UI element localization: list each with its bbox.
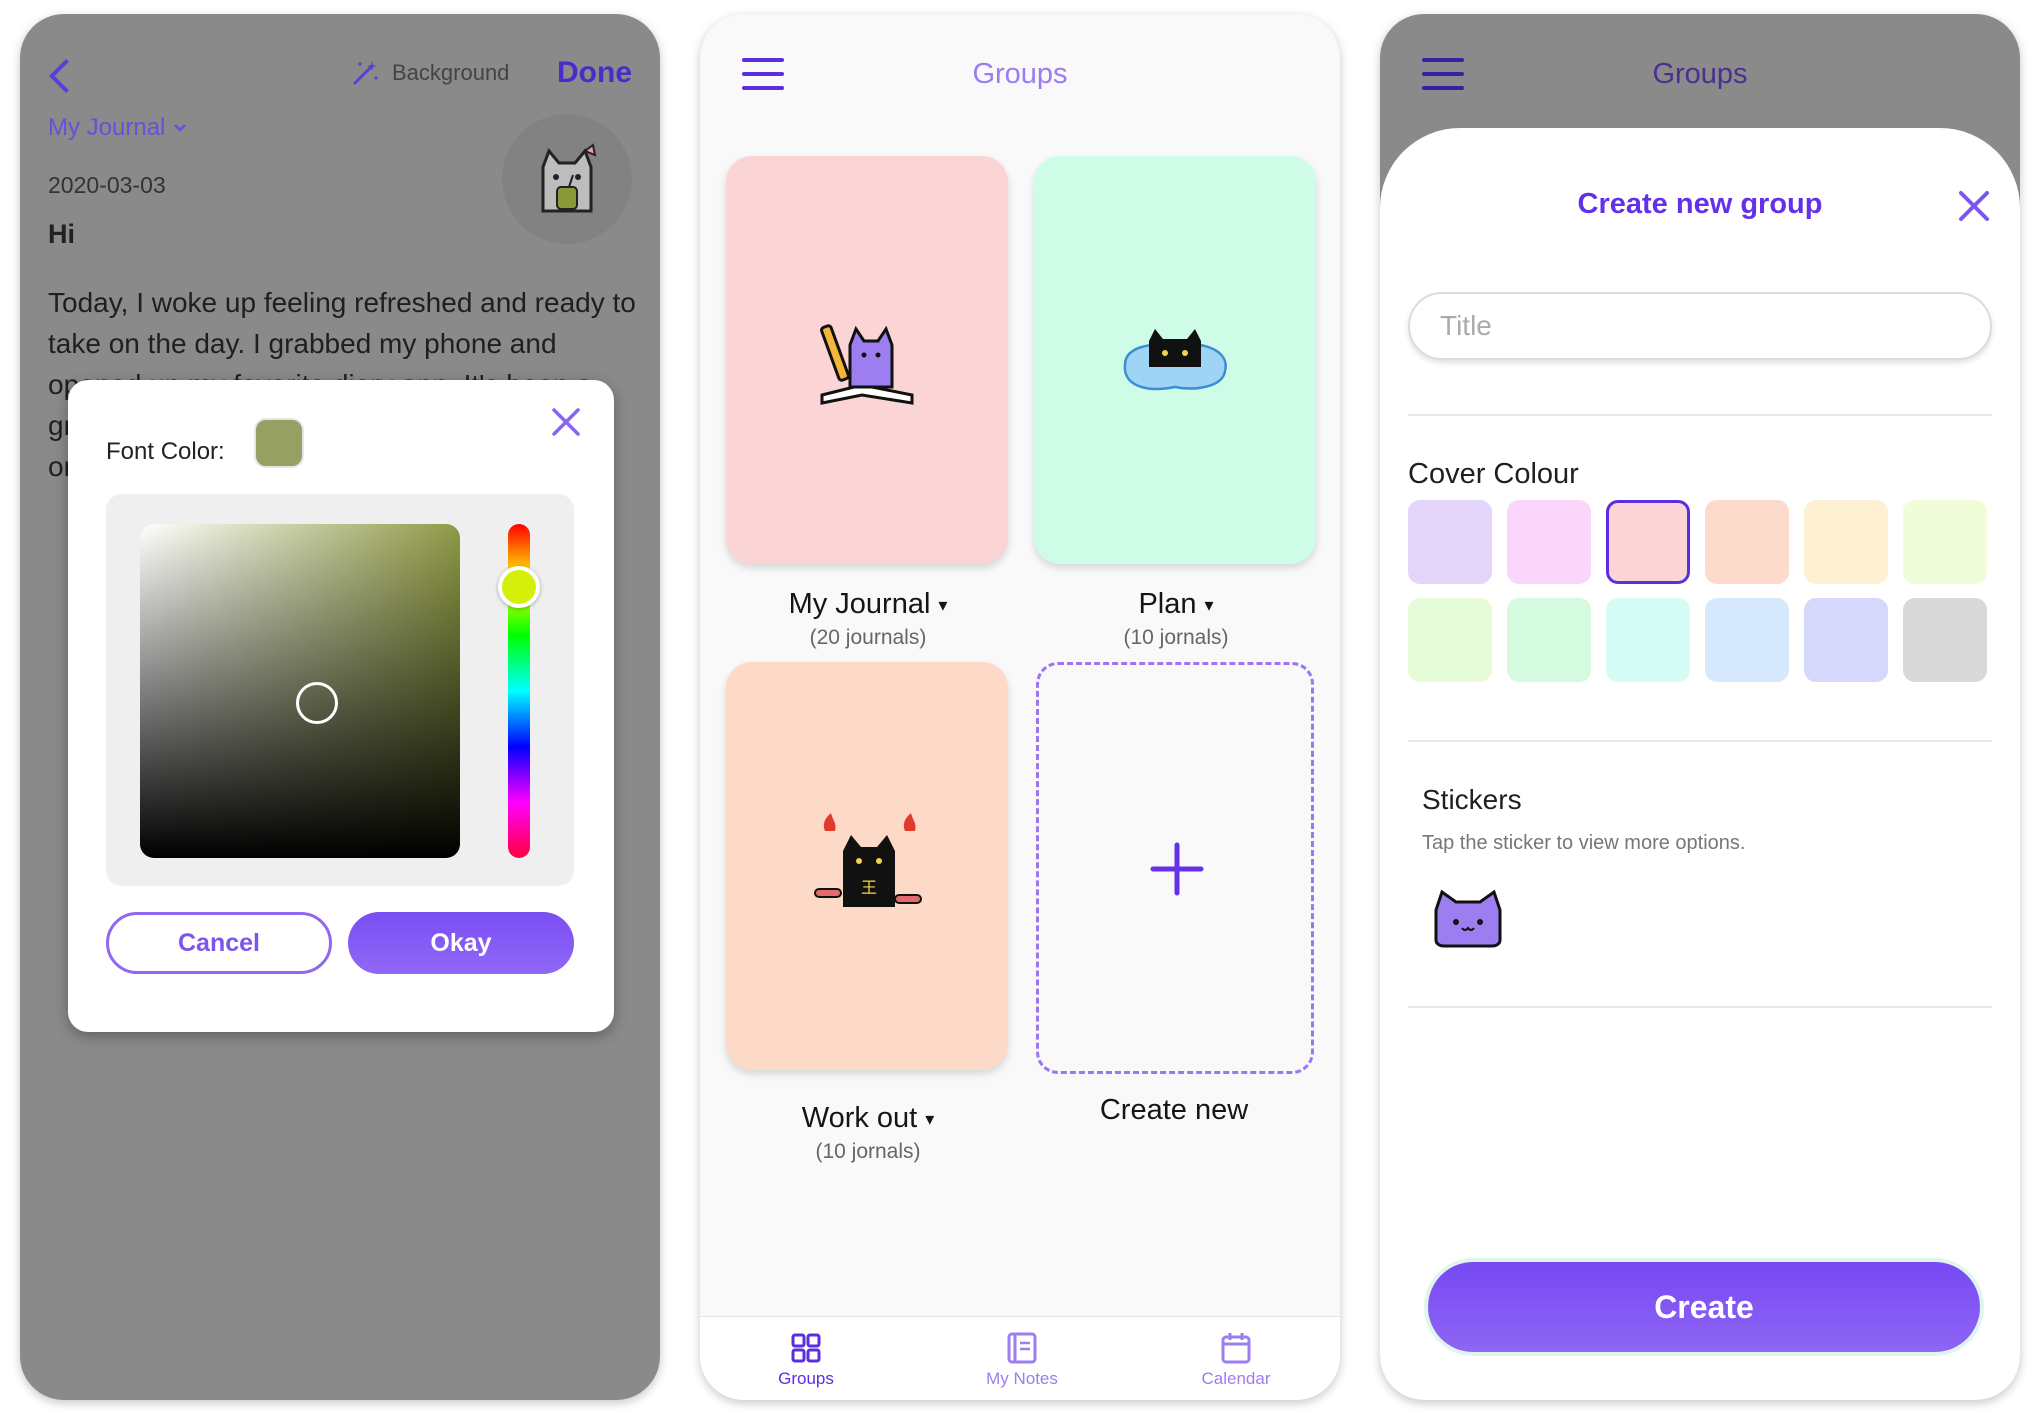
stickers-label: Stickers: [1422, 784, 1522, 815]
editor-top-bar: Background Done: [20, 50, 660, 110]
close-icon[interactable]: [1956, 188, 1992, 224]
create-new-group-card[interactable]: [1036, 662, 1314, 1074]
chevron-down-icon: [174, 124, 187, 132]
svg-text:王: 王: [861, 878, 877, 897]
cover-colour-grid: [1408, 500, 1992, 682]
page-title: Groups: [972, 58, 1068, 90]
saturation-value-area[interactable]: [140, 524, 460, 858]
colour-swatch[interactable]: [1606, 598, 1690, 682]
plus-icon: [1150, 842, 1204, 896]
create-group-screen: Groups Create new group Cover Colour Sti…: [1380, 14, 2020, 1400]
nav-calendar[interactable]: Calendar: [1166, 1331, 1306, 1389]
group-count-work-out: (10 jornals): [815, 1140, 921, 1163]
font-color-dialog: Font Color: Cancel Okay: [68, 380, 614, 1032]
colour-swatch[interactable]: [1507, 500, 1591, 584]
chevron-down-icon: ▾: [925, 1108, 935, 1129]
group-card-plan[interactable]: [1034, 156, 1316, 564]
nav-groups-label: Groups: [778, 1369, 834, 1388]
group-count-my-journal: (20 journals): [809, 626, 927, 649]
nav-my-notes[interactable]: My Notes: [952, 1331, 1092, 1389]
cat-face-sticker-icon[interactable]: [1432, 888, 1504, 948]
colour-swatch[interactable]: [1408, 500, 1492, 584]
page-title: Groups: [1652, 58, 1748, 90]
colour-swatch[interactable]: [1903, 598, 1987, 682]
group-name-text: Work out: [801, 1102, 918, 1134]
create-group-sheet: Create new group Cover Colour Stickers T…: [1380, 128, 2020, 1400]
group-card-work-out[interactable]: 王: [726, 662, 1008, 1070]
calendar-icon: [1221, 1333, 1251, 1364]
cat-writing-sticker-icon: [820, 324, 914, 405]
entry-date: 2020-03-03: [48, 172, 166, 198]
font-color-swatch: [254, 418, 304, 468]
cat-in-puddle-sticker-icon: [1123, 329, 1227, 391]
font-color-label: Font Color:: [106, 438, 225, 465]
background-button[interactable]: Background: [350, 58, 509, 88]
group-name-my-journal[interactable]: My Journal ▾: [718, 588, 1018, 621]
journal-editor-screen: Background Done My Journal 2020-03-03 Hi…: [20, 14, 660, 1400]
color-picker-handle[interactable]: [296, 682, 338, 724]
hue-slider-thumb[interactable]: [498, 566, 540, 608]
sticker-avatar[interactable]: [502, 114, 632, 244]
groups-screen: Groups My Journal ▾ (20 journals) Plan ▾ (…: [700, 14, 1340, 1400]
entry-title[interactable]: Hi: [48, 219, 75, 250]
nav-groups[interactable]: Groups: [736, 1331, 876, 1389]
background-label: Background: [392, 60, 510, 85]
cat-workout-sticker-icon: 王: [814, 813, 922, 907]
group-name-work-out[interactable]: Work out ▾: [718, 1102, 1018, 1135]
stickers-hint: Tap the sticker to view more options.: [1422, 832, 1746, 854]
bottom-nav: Groups My Notes Calendar: [700, 1316, 1340, 1400]
colour-swatch[interactable]: [1507, 598, 1591, 682]
color-picker: [106, 494, 574, 886]
chevron-down-icon: ▾: [1204, 594, 1214, 615]
back-icon[interactable]: [49, 59, 83, 93]
group-card-my-journal[interactable]: [726, 156, 1008, 564]
colour-swatch[interactable]: [1705, 500, 1789, 584]
group-name-text: Plan: [1138, 588, 1197, 620]
colour-swatch[interactable]: [1705, 598, 1789, 682]
journal-selector[interactable]: My Journal: [48, 114, 187, 142]
colour-swatch[interactable]: [1408, 598, 1492, 682]
cover-colour-label: Cover Colour: [1408, 458, 1579, 490]
create-button[interactable]: Create: [1428, 1262, 1980, 1352]
colour-swatch[interactable]: [1804, 500, 1888, 584]
journal-selector-label: My Journal: [48, 114, 166, 141]
magic-wand-icon: [353, 61, 378, 85]
divider: [1408, 740, 1992, 742]
divider: [1408, 414, 1992, 416]
sheet-title: Create new group: [1577, 188, 1823, 220]
colour-swatch-selected[interactable]: [1606, 500, 1690, 584]
group-name-text: My Journal: [788, 588, 931, 620]
done-button[interactable]: Done: [557, 56, 632, 90]
okay-button[interactable]: Okay: [348, 912, 574, 974]
close-icon[interactable]: [546, 402, 586, 442]
cat-drinking-sticker-icon: [541, 143, 597, 213]
chevron-down-icon: ▾: [938, 594, 948, 615]
group-count-plan: (10 jornals): [1123, 626, 1229, 649]
nav-calendar-label: Calendar: [1201, 1369, 1271, 1388]
notebook-icon: [1007, 1332, 1037, 1364]
divider: [1408, 1006, 1992, 1008]
group-name-plan[interactable]: Plan ▾: [1026, 588, 1326, 621]
grid-icon: [791, 1333, 821, 1363]
cancel-button[interactable]: Cancel: [106, 912, 332, 974]
colour-swatch[interactable]: [1903, 500, 1987, 584]
create-new-label[interactable]: Create new: [1024, 1094, 1324, 1127]
nav-my-notes-label: My Notes: [986, 1369, 1058, 1388]
title-input[interactable]: [1408, 292, 1992, 360]
colour-swatch[interactable]: [1804, 598, 1888, 682]
